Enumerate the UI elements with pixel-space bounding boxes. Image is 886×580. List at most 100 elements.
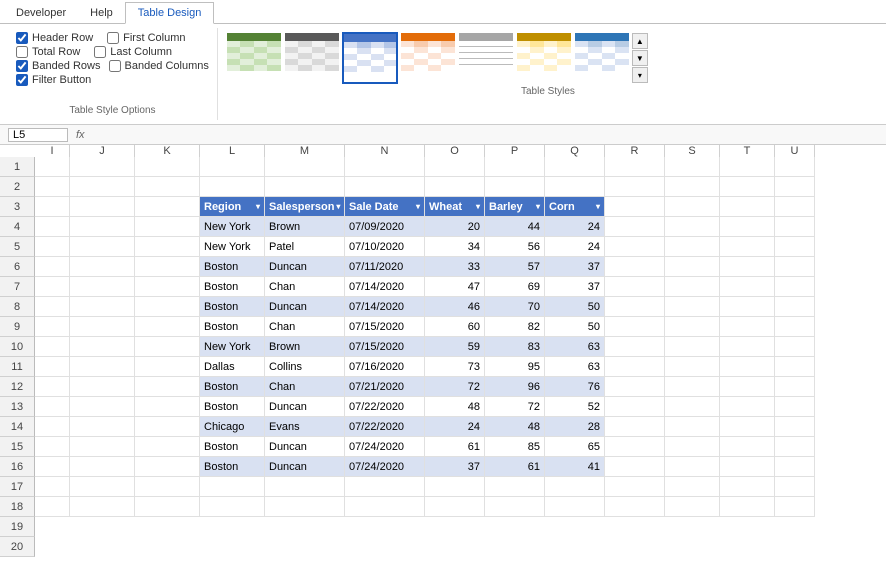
cell[interactable] [135, 257, 200, 277]
cell[interactable] [665, 477, 720, 497]
cell-corn[interactable]: 28 [545, 417, 605, 437]
cell[interactable] [70, 417, 135, 437]
cell[interactable] [545, 497, 605, 517]
cell[interactable] [425, 157, 485, 177]
table-style-6[interactable] [516, 32, 572, 84]
cell[interactable] [485, 177, 545, 197]
cell[interactable] [35, 497, 70, 517]
cell[interactable] [605, 437, 665, 457]
cell-region[interactable]: Boston [200, 317, 265, 337]
cell[interactable] [720, 157, 775, 177]
cell-date[interactable]: 07/09/2020 [345, 217, 425, 237]
cell[interactable] [605, 157, 665, 177]
cell[interactable] [35, 377, 70, 397]
cell-barley[interactable]: 61 [485, 457, 545, 477]
cell-wheat[interactable]: 34 [425, 237, 485, 257]
cell[interactable] [35, 257, 70, 277]
cell[interactable] [775, 317, 815, 337]
cell[interactable] [265, 497, 345, 517]
cell[interactable] [775, 417, 815, 437]
total-row-checkbox[interactable]: Total Row [16, 46, 80, 58]
cell-date[interactable]: 07/24/2020 [345, 457, 425, 477]
cell[interactable] [135, 277, 200, 297]
cell[interactable] [775, 397, 815, 417]
cell[interactable] [605, 417, 665, 437]
cell-salesperson[interactable]: Evans [265, 417, 345, 437]
header-wheat[interactable]: Wheat▾ [425, 197, 485, 217]
cell[interactable] [720, 237, 775, 257]
cell[interactable] [35, 337, 70, 357]
cell-salesperson[interactable]: Brown [265, 337, 345, 357]
cell[interactable] [720, 477, 775, 497]
cell[interactable] [775, 277, 815, 297]
style-scroll-up[interactable]: ▲ [632, 33, 648, 49]
cell[interactable] [720, 417, 775, 437]
cell[interactable] [775, 237, 815, 257]
cell-barley[interactable]: 96 [485, 377, 545, 397]
cell-region[interactable]: New York [200, 337, 265, 357]
cell[interactable] [135, 497, 200, 517]
cell-salesperson[interactable]: Duncan [265, 457, 345, 477]
cell[interactable] [720, 437, 775, 457]
cell[interactable] [605, 497, 665, 517]
cell[interactable] [345, 157, 425, 177]
cell-corn[interactable]: 50 [545, 317, 605, 337]
cell[interactable] [775, 357, 815, 377]
cell[interactable] [485, 477, 545, 497]
cell-date[interactable]: 07/15/2020 [345, 337, 425, 357]
cell[interactable] [35, 217, 70, 237]
table-style-3-selected[interactable] [342, 32, 398, 84]
cell[interactable] [605, 177, 665, 197]
cell[interactable] [605, 317, 665, 337]
cell[interactable] [200, 177, 265, 197]
cell-corn[interactable]: 50 [545, 297, 605, 317]
cell[interactable] [135, 357, 200, 377]
cell[interactable] [345, 497, 425, 517]
cell[interactable] [70, 157, 135, 177]
cell-wheat[interactable]: 24 [425, 417, 485, 437]
cell-wheat[interactable]: 73 [425, 357, 485, 377]
cell[interactable] [135, 417, 200, 437]
cell[interactable] [135, 197, 200, 217]
name-box[interactable] [8, 128, 68, 142]
cell[interactable] [720, 177, 775, 197]
header-barley[interactable]: Barley▾ [485, 197, 545, 217]
cell[interactable] [605, 237, 665, 257]
header-corn[interactable]: Corn▾ [545, 197, 605, 217]
cell-wheat[interactable]: 60 [425, 317, 485, 337]
cell-salesperson[interactable]: Duncan [265, 397, 345, 417]
cell[interactable] [605, 397, 665, 417]
cell[interactable] [70, 197, 135, 217]
cell[interactable] [720, 457, 775, 477]
cell-date[interactable]: 07/14/2020 [345, 297, 425, 317]
cell[interactable] [605, 457, 665, 477]
cell[interactable] [775, 177, 815, 197]
cell[interactable] [665, 377, 720, 397]
cell[interactable] [720, 397, 775, 417]
header-region[interactable]: Region▾ [200, 197, 265, 217]
cell[interactable] [665, 497, 720, 517]
cell[interactable] [665, 257, 720, 277]
cell[interactable] [135, 477, 200, 497]
cell-wheat[interactable]: 47 [425, 277, 485, 297]
cell[interactable] [70, 477, 135, 497]
cell[interactable] [605, 257, 665, 277]
cell[interactable] [345, 477, 425, 497]
cell[interactable] [200, 477, 265, 497]
cell-barley[interactable]: 83 [485, 337, 545, 357]
cell[interactable] [605, 197, 665, 217]
cell[interactable] [35, 297, 70, 317]
cell[interactable] [775, 437, 815, 457]
cell[interactable] [425, 477, 485, 497]
cell[interactable] [70, 457, 135, 477]
cell-wheat[interactable]: 20 [425, 217, 485, 237]
cell[interactable] [35, 417, 70, 437]
cell-date[interactable]: 07/24/2020 [345, 437, 425, 457]
table-style-1[interactable] [226, 32, 282, 84]
cell[interactable] [720, 317, 775, 337]
cell[interactable] [35, 317, 70, 337]
table-style-4[interactable] [400, 32, 456, 84]
cell-corn[interactable]: 65 [545, 437, 605, 457]
cell[interactable] [200, 157, 265, 177]
cell-salesperson[interactable]: Brown [265, 217, 345, 237]
